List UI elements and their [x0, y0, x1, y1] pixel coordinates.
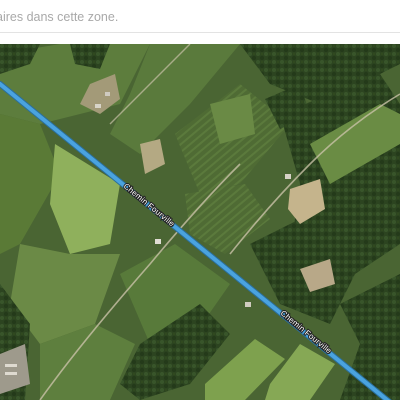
- building: [105, 92, 110, 96]
- map-canvas[interactable]: Chemin Fourville Chemin Fourville: [0, 44, 400, 400]
- building: [155, 239, 161, 244]
- no-results-message: aires dans cette zone.: [0, 10, 119, 24]
- building: [245, 302, 251, 307]
- building: [5, 372, 17, 375]
- satellite-map[interactable]: Chemin Fourville Chemin Fourville: [0, 44, 400, 400]
- building: [5, 364, 17, 367]
- building: [285, 174, 291, 179]
- bar-spacer: [0, 33, 400, 44]
- search-results-bar: aires dans cette zone.: [0, 0, 400, 33]
- building: [95, 104, 101, 108]
